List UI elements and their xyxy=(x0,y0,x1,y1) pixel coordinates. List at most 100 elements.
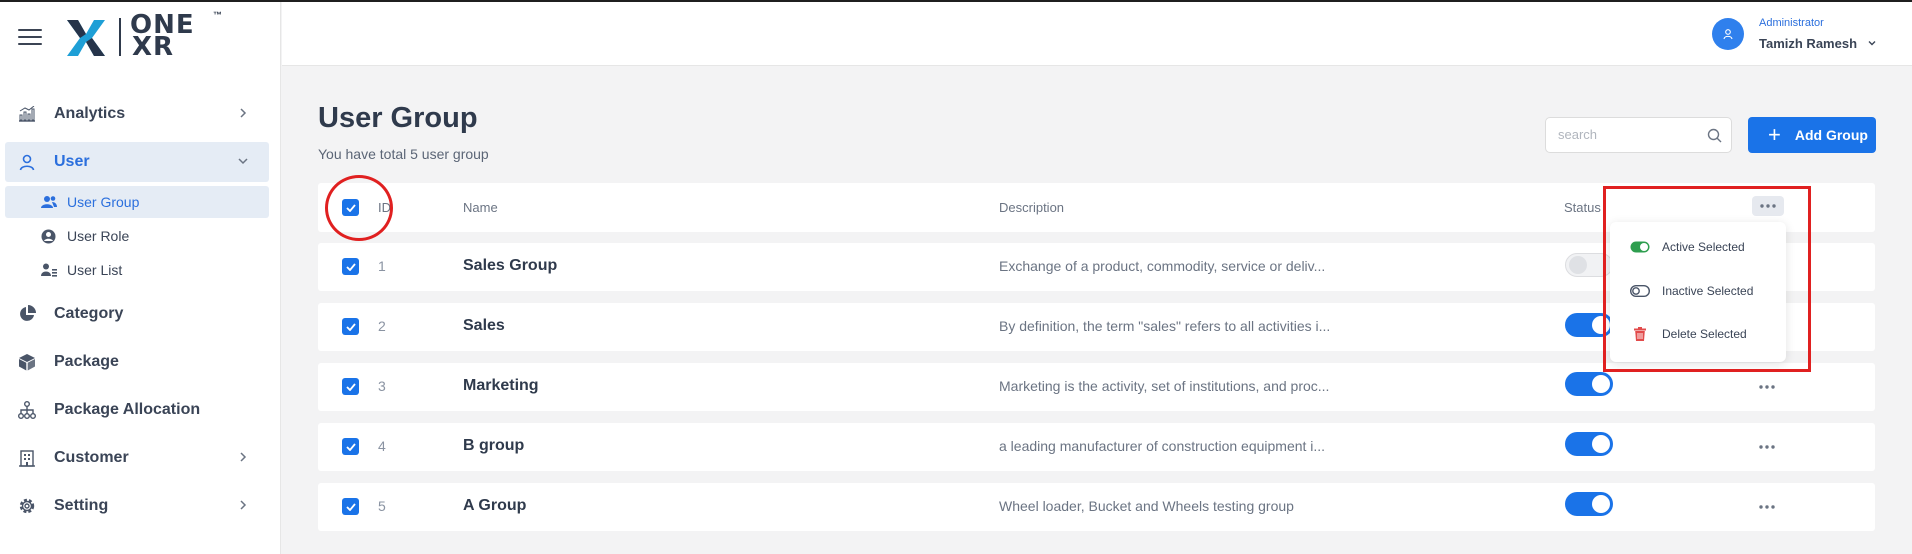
chevron-down-icon xyxy=(238,158,248,165)
table-row[interactable]: 3 Marketing Marketing is the activity, s… xyxy=(318,363,1875,411)
sidebar-item-label: Package xyxy=(54,353,119,370)
menu-item-label: Inactive Selected xyxy=(1662,284,1754,298)
sidebar-nav: Analytics User User Group User Role User… xyxy=(0,94,281,534)
sidebar-item-user[interactable]: User xyxy=(5,142,269,182)
status-toggle[interactable] xyxy=(1565,432,1613,456)
column-header-name: Name xyxy=(463,200,498,215)
check-icon xyxy=(345,502,356,511)
sidebar-subitem-user-group[interactable]: User Group xyxy=(5,186,269,218)
table-row[interactable]: 4 B group a leading manufacturer of cons… xyxy=(318,423,1875,471)
row-name: Sales xyxy=(463,317,505,334)
chevron-right-icon xyxy=(240,500,247,510)
trademark: ™ xyxy=(213,10,222,20)
menu-toggle-icon[interactable] xyxy=(18,29,42,47)
users-group-icon xyxy=(41,194,57,210)
pie-chart-icon xyxy=(17,304,37,324)
row-id: 3 xyxy=(378,378,386,394)
status-toggle[interactable] xyxy=(1565,253,1613,277)
user-circle-icon xyxy=(41,228,57,244)
row-name: B group xyxy=(463,437,525,454)
sidebar-item-label: Package Allocation xyxy=(54,401,201,418)
status-toggle[interactable] xyxy=(1565,372,1613,396)
sidebar-subitem-label: User List xyxy=(67,262,123,278)
row-id: 2 xyxy=(378,318,386,334)
more-horizontal-icon[interactable] xyxy=(1758,505,1776,509)
column-header-description: Description xyxy=(999,200,1065,215)
user-list-icon xyxy=(41,262,57,278)
search-icon[interactable] xyxy=(1707,128,1722,143)
row-checkbox[interactable] xyxy=(342,438,359,455)
chevron-right-icon xyxy=(240,108,247,118)
row-name: Marketing xyxy=(463,377,539,394)
column-header-status: Status xyxy=(1564,200,1601,215)
row-description: Marketing is the activity, set of instit… xyxy=(999,378,1330,394)
package-box-icon xyxy=(17,352,37,372)
sidebar-subitem-user-role[interactable]: User Role xyxy=(5,220,269,252)
menu-item-active-selected[interactable]: Active Selected xyxy=(1630,240,1745,254)
search-input[interactable] xyxy=(1558,127,1698,142)
row-name: Sales Group xyxy=(463,257,558,274)
plus-icon: + xyxy=(1768,122,1781,147)
menu-item-delete-selected[interactable]: Delete Selected xyxy=(1630,327,1747,341)
add-group-button[interactable]: + Add Group xyxy=(1748,117,1876,153)
chevron-right-icon xyxy=(240,452,247,462)
select-all-checkbox[interactable] xyxy=(342,199,359,216)
row-name: A Group xyxy=(463,497,527,514)
add-group-label: Add Group xyxy=(1794,127,1868,143)
page-subtitle: You have total 5 user group xyxy=(318,146,489,162)
bulk-actions-button[interactable] xyxy=(1752,196,1784,216)
menu-item-label: Active Selected xyxy=(1662,240,1745,254)
toggle-on-icon xyxy=(1630,241,1650,253)
check-icon xyxy=(345,262,356,271)
more-horizontal-icon[interactable] xyxy=(1758,385,1776,389)
status-toggle[interactable] xyxy=(1565,492,1613,516)
sidebar-item-category[interactable]: Category xyxy=(5,294,269,334)
more-horizontal-icon xyxy=(1760,204,1776,208)
user-name[interactable]: Tamizh Ramesh xyxy=(1759,36,1857,51)
user-icon xyxy=(1723,29,1733,40)
user-role: Administrator xyxy=(1759,17,1824,29)
sidebar-item-label: Category xyxy=(54,305,124,322)
more-horizontal-icon[interactable] xyxy=(1758,445,1776,449)
logo-x-icon xyxy=(67,20,105,56)
sidebar-item-label: Analytics xyxy=(54,105,126,122)
status-toggle[interactable] xyxy=(1565,313,1613,337)
menu-item-label: Delete Selected xyxy=(1662,327,1747,341)
sidebar-item-customer[interactable]: Customer xyxy=(5,438,269,478)
column-header-id: ID xyxy=(378,200,391,215)
gear-icon xyxy=(17,496,37,516)
row-id: 4 xyxy=(378,438,386,454)
bulk-actions-menu: Active Selected Inactive Selected Delete… xyxy=(1610,222,1786,362)
sidebar-subitem-user-list[interactable]: User List xyxy=(5,254,269,286)
sidebar-subitem-label: User Group xyxy=(67,194,140,210)
menu-item-inactive-selected[interactable]: Inactive Selected xyxy=(1630,284,1753,298)
sidebar-subitem-label: User Role xyxy=(67,228,130,244)
sidebar-item-package-allocation[interactable]: Package Allocation xyxy=(5,390,269,430)
table-row[interactable]: 5 A Group Wheel loader, Bucket and Wheel… xyxy=(318,483,1875,531)
toggle-off-icon xyxy=(1630,285,1650,297)
sidebar-item-label: Customer xyxy=(54,449,129,466)
sidebar-item-setting[interactable]: Setting xyxy=(5,486,269,526)
sidebar-item-package[interactable]: Package xyxy=(5,342,269,382)
check-icon xyxy=(345,322,356,331)
chevron-down-icon[interactable] xyxy=(1867,38,1877,48)
row-checkbox[interactable] xyxy=(342,378,359,395)
hierarchy-icon xyxy=(17,400,37,420)
sidebar-item-label: User xyxy=(54,153,90,170)
building-icon xyxy=(17,448,37,468)
sidebar-item-analytics[interactable]: Analytics xyxy=(5,94,269,134)
trash-icon xyxy=(1630,327,1650,341)
search-box xyxy=(1545,117,1732,153)
logo-divider xyxy=(119,18,121,56)
avatar[interactable] xyxy=(1712,18,1744,50)
row-checkbox[interactable] xyxy=(342,498,359,515)
analytics-icon xyxy=(17,104,37,124)
check-icon xyxy=(345,203,356,212)
row-checkbox[interactable] xyxy=(342,258,359,275)
user-icon xyxy=(17,152,37,172)
row-checkbox[interactable] xyxy=(342,318,359,335)
check-icon xyxy=(345,442,356,451)
brand-logo: ONE XR ™ xyxy=(64,10,224,60)
row-description: a leading manufacturer of construction e… xyxy=(999,438,1326,454)
sidebar-item-label: Setting xyxy=(54,497,109,514)
